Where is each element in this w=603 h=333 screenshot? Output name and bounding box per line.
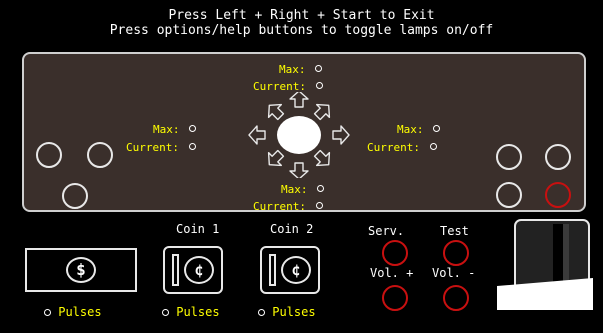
left-max-indicator [189,125,197,132]
arrow-up-left-icon [267,103,285,121]
arrow-down-right-icon [313,149,331,167]
down-current-readout: Current: [253,198,323,214]
arrow-up-icon [289,92,309,108]
right-button-4-lamp [545,182,571,208]
down-current-indicator [315,202,323,209]
joystick-knob [277,116,321,154]
coin2-pulses: Pulses [258,305,316,319]
bill-pulses-indicator [44,309,51,316]
volume-up-button-lamp [382,285,408,311]
right-button-3 [496,182,522,208]
arrow-right-icon [332,125,350,145]
left-current-readout: Current: [126,139,196,155]
coin2-label: Coin 2 [270,222,314,236]
right-button-2 [545,144,571,170]
right-max-readout: Max: [397,121,441,137]
down-max-readout: Max: [281,181,325,197]
test-button-lamp [443,240,469,266]
left-current-indicator [188,143,196,150]
bill-pulses: Pulses [44,305,102,319]
arrow-down-left-icon [267,149,285,167]
up-current-indicator [315,82,323,89]
joystick-diagram [248,92,350,178]
volume-down-label: Vol. - [432,266,476,280]
arrow-up-right-icon [313,103,331,121]
coin2-slot-opening [269,254,276,286]
left-button-1 [36,142,62,168]
left-max-readout: Max: [153,121,197,137]
service-button-lamp [382,240,408,266]
up-max-indicator [315,65,323,72]
coin1-slot-opening [172,254,179,286]
lamp-toggle-instructions: Press options/help buttons to toggle lam… [109,23,494,38]
dollar-icon: $ [66,257,96,283]
volume-down-button-lamp [443,285,469,311]
right-button-1 [496,144,522,170]
service-label: Serv. [368,224,405,238]
left-button-3 [62,183,88,209]
coin2-pulses-indicator [258,309,265,316]
right-max-indicator [433,125,441,132]
bill-acceptor: $ [25,248,137,292]
test-label: Test [440,224,469,238]
coin1-slot: ¢ [163,246,223,294]
cent-icon: ¢ [184,256,214,284]
coin1-pulses: Pulses [162,305,220,319]
coin1-pulses-indicator [162,309,169,316]
right-current-indicator [429,143,437,150]
down-max-indicator [317,185,325,192]
cabinet-graphic [497,219,593,310]
coin2-slot: ¢ [260,246,320,294]
arrow-down-icon [289,162,309,178]
coin1-label: Coin 1 [176,222,220,236]
left-button-2 [87,142,113,168]
exit-instructions: Press Left + Right + Start to Exit [168,8,435,23]
arrow-left-icon [248,125,266,145]
volume-up-label: Vol. + [370,266,414,280]
cent-icon: ¢ [281,256,311,284]
right-current-readout: Current: [367,139,437,155]
